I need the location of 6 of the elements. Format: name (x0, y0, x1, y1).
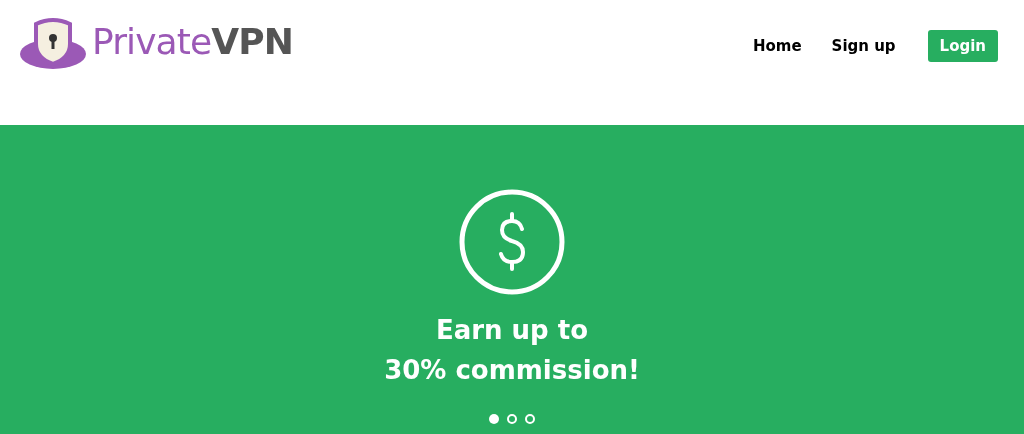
dollar-circle-icon (458, 188, 566, 296)
logo-wordmark[interactable]: PrivateVPN (92, 24, 293, 60)
nav-link[interactable]: Sign up (831, 34, 896, 58)
nav-link[interactable]: Home (752, 34, 802, 58)
hero-heading: 30% commission! (384, 354, 640, 387)
hero-heading: Earn up to (435, 314, 589, 347)
